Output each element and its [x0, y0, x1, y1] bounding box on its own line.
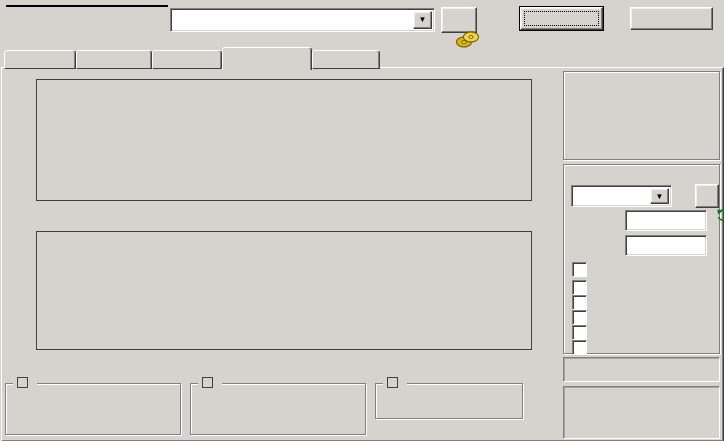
pi-errors-chart-canvas: [37, 80, 531, 200]
scan-end-input[interactable]: [625, 235, 707, 256]
gold-discs-icon: [456, 31, 480, 48]
pi-errors-chart: [36, 79, 532, 201]
tab-disc-info[interactable]: [152, 50, 222, 69]
refresh-speeds-button[interactable]: [695, 184, 724, 221]
show-jitter-checkbox[interactable]: [572, 310, 587, 325]
tab-benchmark[interactable]: [4, 50, 76, 69]
disc-info-group: [563, 71, 720, 160]
pi-failures-stats: [190, 376, 366, 435]
exit-button[interactable]: [630, 7, 713, 30]
pi-errors-legend-swatch-icon: [17, 377, 28, 388]
app-window: ▼ ▼: [0, 0, 724, 441]
drive-select-dropdown-arrow-icon[interactable]: ▼: [413, 11, 432, 29]
speed-select[interactable]: ▼: [571, 185, 672, 207]
jitter-pif-chart: [36, 231, 532, 350]
pi-errors-stats: [5, 376, 181, 435]
jitter-legend-swatch-icon: [387, 377, 398, 388]
progress-box: [563, 386, 720, 439]
quick-scan-checkbox[interactable]: [572, 262, 587, 277]
refresh-icon: [717, 209, 724, 221]
speed-select-dropdown-arrow-icon[interactable]: ▼: [650, 188, 669, 204]
pi-failures-stats-title: [198, 376, 222, 391]
pi-failures-legend-swatch-icon: [202, 377, 213, 388]
scan-start-input[interactable]: [625, 210, 707, 231]
show-read-speed-checkbox[interactable]: [572, 325, 587, 340]
show-c1-pie-checkbox[interactable]: [572, 280, 587, 295]
tab-scandisc[interactable]: [312, 50, 380, 69]
pi-errors-stats-title: [13, 376, 37, 391]
jitter-stats-title: [383, 376, 407, 391]
show-write-speed-checkbox[interactable]: [572, 340, 587, 355]
nero-logo: [6, 3, 168, 7]
start-button[interactable]: [519, 6, 604, 31]
show-c2-pif-checkbox[interactable]: [572, 295, 587, 310]
tab-create-disc[interactable]: [76, 50, 152, 69]
drive-select[interactable]: ▼: [170, 8, 435, 32]
jitter-stats: [375, 376, 523, 419]
settings-group: ▼: [563, 164, 724, 355]
jitter-pif-chart-canvas: [37, 232, 531, 349]
quality-score-box: [563, 357, 720, 382]
tab-disc-quality[interactable]: [222, 47, 312, 70]
eject-disc-button[interactable]: [441, 7, 480, 48]
focus-rectangle: [524, 11, 599, 26]
